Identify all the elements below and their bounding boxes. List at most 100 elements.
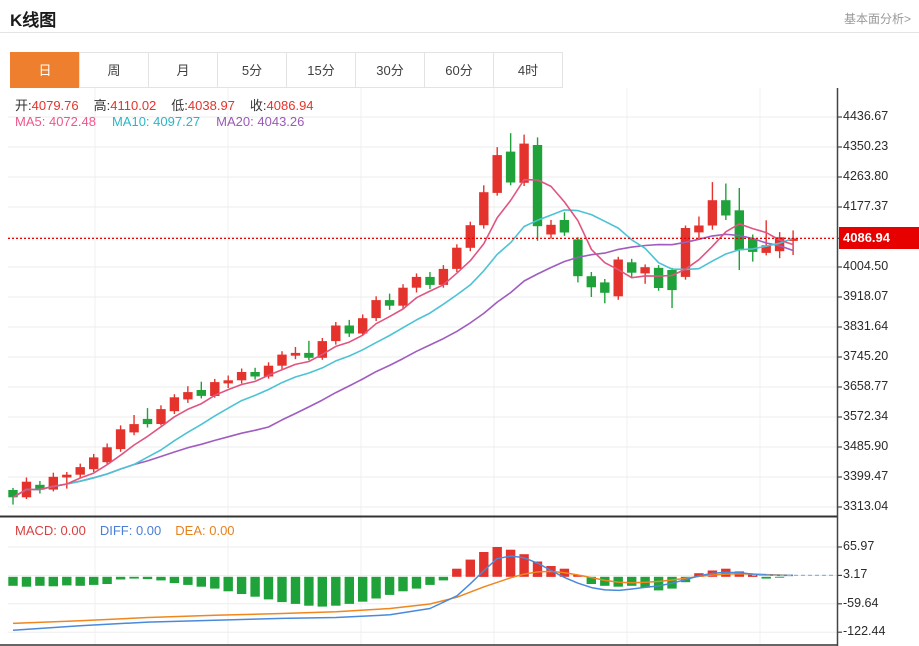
candle-body <box>89 457 99 470</box>
macd-bar <box>35 576 45 586</box>
close-value: 4086.94 <box>266 98 314 113</box>
candle-body <box>532 145 543 227</box>
macd-bar <box>236 576 247 594</box>
open-value: 4079.76 <box>31 98 79 113</box>
macd-label: MACD: <box>15 523 57 538</box>
macd-bar <box>129 576 139 579</box>
macd-bar <box>142 576 153 580</box>
low-value: 4038.97 <box>187 98 235 113</box>
macd-bar <box>384 576 395 595</box>
y-axis-label: 4177.37 <box>843 199 889 213</box>
candle-body <box>425 276 435 285</box>
macd-bar <box>398 576 408 592</box>
ma5-value: 4072.48 <box>48 114 96 129</box>
candle-body <box>156 409 166 424</box>
ma5-readout: MA5: 4072.48 <box>15 114 96 129</box>
tab-15min[interactable]: 15分 <box>286 52 356 88</box>
macd-bar <box>169 576 180 584</box>
macd-axis-label: -122.44 <box>843 624 886 639</box>
candle-body <box>371 300 381 319</box>
current-price-badge: 4086.94 <box>839 227 919 249</box>
candle-body <box>62 474 72 478</box>
macd-bar <box>505 549 516 577</box>
macd-bar <box>223 576 233 592</box>
candle-body <box>290 352 301 356</box>
candle-body <box>304 352 314 358</box>
tab-week[interactable]: 周 <box>79 52 149 88</box>
close-label: 收: <box>249 98 267 113</box>
macd-bar <box>371 576 381 599</box>
macd-readout: MACD: 0.00 DIFF: 0.00 DEA: 0.00 <box>15 523 235 538</box>
candle-body <box>613 259 623 297</box>
ma5-line <box>12 178 794 498</box>
header-divider <box>0 32 919 33</box>
candle-body <box>142 418 153 425</box>
candle-body <box>707 200 718 226</box>
candle-body <box>398 287 408 306</box>
macd-bar <box>48 576 58 587</box>
candle-body <box>492 155 502 193</box>
macd-bar <box>250 576 260 597</box>
macd-bar <box>62 576 72 586</box>
tab-month[interactable]: 月 <box>148 52 218 88</box>
ma20-value: 4043.26 <box>257 114 305 129</box>
candle-body <box>465 225 475 248</box>
macd-bar <box>156 576 166 581</box>
tab-60min[interactable]: 60分 <box>424 52 494 88</box>
high-value: 4110.02 <box>110 98 157 113</box>
ma10-line <box>12 209 794 498</box>
macd-bar <box>8 576 18 586</box>
candle-body <box>479 192 489 226</box>
y-axis-label: 3745.20 <box>843 349 889 363</box>
dea-value: 0.00 <box>209 523 235 538</box>
open-label: 开: <box>15 98 32 113</box>
macd-bar <box>102 576 112 584</box>
candle-body <box>250 372 260 377</box>
candle-body <box>384 300 395 306</box>
ma10-label: MA10: <box>111 114 150 129</box>
macd-bar <box>115 576 126 580</box>
tab-30min[interactable]: 30分 <box>355 52 425 88</box>
y-axis-label: 4350.23 <box>843 139 889 153</box>
diff-value: 0.00 <box>135 523 162 538</box>
ma20-label: MA20: <box>216 114 254 129</box>
candle-body <box>115 429 126 450</box>
ma5-label: MA5: <box>15 114 46 129</box>
candle-body <box>600 282 610 293</box>
macd-bar <box>438 576 449 581</box>
macd-bar <box>75 576 85 586</box>
candle-body <box>196 390 206 396</box>
period-tabs: 日 周 月 5分 15分 30分 60分 4时 <box>10 52 563 88</box>
macd-axis-label: -59.64 <box>843 595 879 610</box>
macd-bar <box>627 576 637 586</box>
candle-body <box>169 397 180 412</box>
macd-bar <box>89 576 99 585</box>
macd-bar <box>183 576 193 585</box>
candle-body <box>694 225 704 233</box>
tab-day[interactable]: 日 <box>10 52 80 88</box>
macd-bar <box>331 576 341 606</box>
kline-app: K线图 基本面分析> 日 周 月 5分 15分 30分 60分 4时 开:407… <box>0 0 919 646</box>
ma10-readout: MA10: 4097.27 <box>112 114 200 129</box>
tab-5min[interactable]: 5分 <box>217 52 287 88</box>
candle-body <box>358 318 368 334</box>
macd-value: 0.00 <box>60 523 86 538</box>
y-axis-label: 3658.77 <box>843 379 889 393</box>
y-axis-label: 4436.67 <box>843 109 889 123</box>
macd-bar <box>317 576 327 607</box>
candle-body <box>505 151 516 183</box>
macd-readout-item: MACD: 0.00 <box>15 523 86 538</box>
dea-readout-item: DEA: 0.00 <box>175 523 234 538</box>
candle-body <box>223 380 233 384</box>
low-label: 低: <box>171 98 188 113</box>
ohlc-readout: 开:4079.76 高:4110.02 低:4038.97 收:4086.94 <box>15 95 329 114</box>
candle-body <box>627 262 637 273</box>
fundamental-analysis-link[interactable]: 基本面分析> <box>844 10 911 27</box>
diff-label: DIFF: <box>99 523 133 538</box>
y-axis-label: 4263.80 <box>843 169 889 183</box>
candle-body <box>411 276 422 288</box>
candle-body <box>75 467 85 475</box>
page-title: K线图 <box>10 11 57 30</box>
macd-bar <box>411 576 422 589</box>
tab-4hour[interactable]: 4时 <box>493 52 563 88</box>
